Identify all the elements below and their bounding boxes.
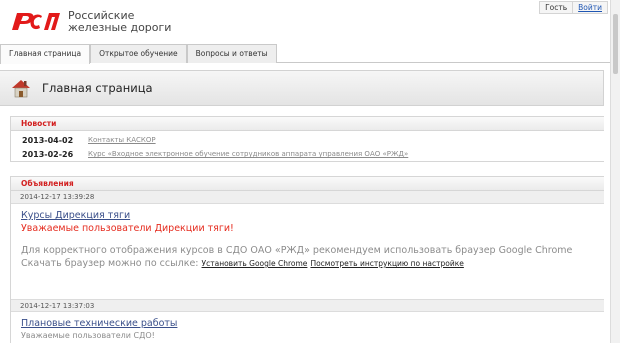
announcement-text: Для корректного отображения курсов в СДО… <box>21 245 573 256</box>
announcements-panel: Объявления 2014-12-17 13:39:28 Курсы Дир… <box>10 176 604 343</box>
download-line: Скачать браузер можно по ссылке: Установ… <box>21 257 594 270</box>
user-box: Гость Войти <box>539 1 608 14</box>
announcement-body: Плановые технические работы Уважаемые по… <box>11 312 604 340</box>
download-prefix: Скачать браузер можно по ссылке: <box>21 258 199 269</box>
news-date: 2013-04-02 <box>22 135 74 145</box>
tab-faq[interactable]: Вопросы и ответы <box>186 44 277 63</box>
rzd-logo <box>12 13 60 30</box>
news-date: 2013-02-26 <box>22 149 74 159</box>
news-link[interactable]: Курс «Входное электронное обучение сотру… <box>88 150 408 158</box>
news-panel: Новости 2013-04-02 Контакты КАСКОР 2013-… <box>10 116 604 162</box>
announcement-title[interactable]: Плановые технические работы <box>21 318 594 329</box>
login-link[interactable]: Войти <box>573 2 607 13</box>
brand-line-2: железные дороги <box>68 21 172 34</box>
scrollbar-thumb[interactable] <box>613 14 618 74</box>
main-tabs: Главная страница Открытое обучение Вопро… <box>0 44 610 64</box>
install-chrome-link[interactable]: Установить Google Chrome <box>202 259 308 268</box>
news-link[interactable]: Контакты КАСКОР <box>88 136 156 144</box>
page-title: Главная страница <box>42 81 153 95</box>
header: Российские железные дороги Гость Войти <box>0 0 620 46</box>
news-item: 2013-02-26 Курс «Входное электронное обу… <box>22 147 408 161</box>
announcements-heading: Объявления <box>11 177 604 191</box>
announcement-highlight: Уважаемые пользователи Дирекции тяги! <box>21 223 234 234</box>
tab-open-learning[interactable]: Открытое обучение <box>90 44 187 63</box>
guest-label: Гость <box>540 2 574 13</box>
home-icon <box>12 80 30 98</box>
page-title-bar: Главная страница <box>0 70 604 106</box>
brand-name: Российские железные дороги <box>68 10 171 34</box>
announcement-time: 2014-12-17 13:37:03 <box>11 299 604 312</box>
announcement-time: 2014-12-17 13:39:28 <box>11 191 604 204</box>
tab-home[interactable]: Главная страница <box>0 44 91 64</box>
announcement-body: Курсы Дирекция тяги Уважаемые пользовате… <box>11 204 604 299</box>
news-heading: Новости <box>11 117 604 131</box>
instruction-link[interactable]: Посмотреть инструкцию по настройке <box>310 259 463 268</box>
vertical-scrollbar[interactable] <box>610 0 620 343</box>
news-item: 2013-04-02 Контакты КАСКОР <box>22 133 156 147</box>
announcement-text: Уважаемые пользователи СДО! <box>21 331 155 340</box>
announcement-title[interactable]: Курсы Дирекция тяги <box>21 210 594 221</box>
